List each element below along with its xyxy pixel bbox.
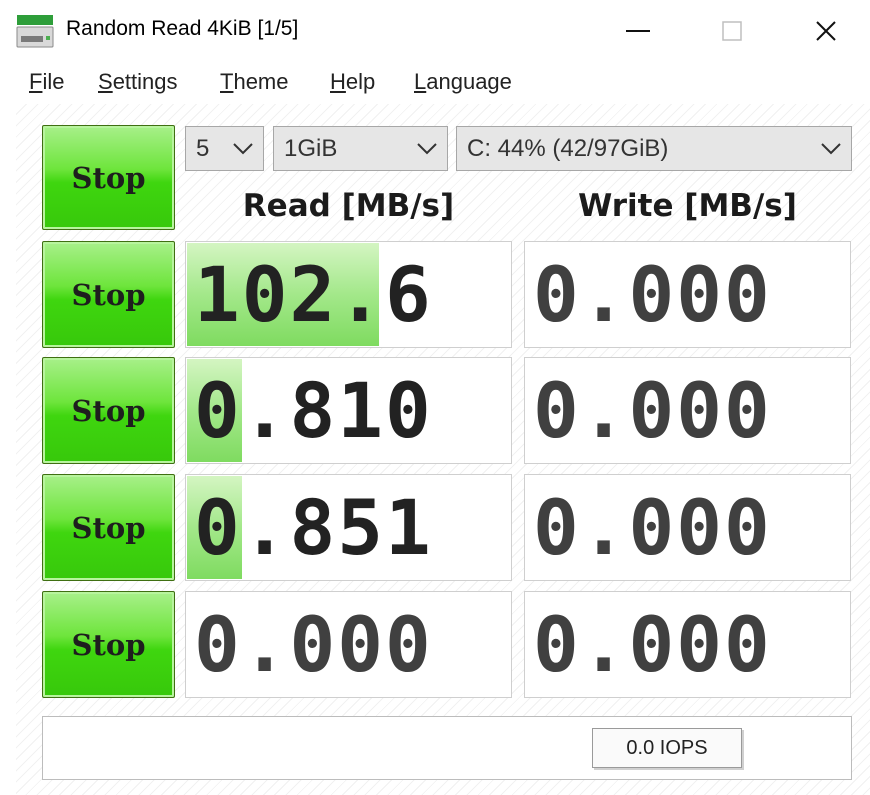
write-value: 0.000 xyxy=(533,365,772,455)
menu-theme[interactable]: Theme xyxy=(220,69,289,95)
minimize-button[interactable] xyxy=(610,10,666,52)
chevron-down-icon xyxy=(233,143,253,155)
read-result-row-4: 0.000 xyxy=(185,591,512,698)
app-window: Random Read 4KiB [1/5] File Settings The… xyxy=(0,0,870,795)
write-value: 0.000 xyxy=(533,482,772,572)
window-title: Random Read 4KiB [1/5] xyxy=(66,17,299,40)
read-result-row-3: 0.851 xyxy=(185,474,512,581)
write-header: Write [MB/s] xyxy=(578,188,797,224)
read-value: 0.851 xyxy=(194,482,433,572)
close-icon xyxy=(816,21,836,41)
menu-bar: File Settings Theme Help Language xyxy=(0,64,870,102)
stop-button-row-3[interactable]: Stop xyxy=(42,474,175,581)
stop-all-button[interactable]: Stop xyxy=(42,125,175,230)
read-value: 0.000 xyxy=(194,599,433,689)
drive-icon xyxy=(16,15,54,48)
test-count-select[interactable]: 5 xyxy=(185,126,264,171)
minimize-icon xyxy=(626,30,650,32)
menu-help[interactable]: Help xyxy=(330,69,375,95)
chevron-down-icon xyxy=(821,143,841,155)
read-result-row-2: 0.810 xyxy=(185,357,512,464)
write-value: 0.000 xyxy=(533,599,772,689)
chevron-down-icon xyxy=(417,143,437,155)
write-result-row-1: 0.000 xyxy=(524,241,851,348)
title-bar: Random Read 4KiB [1/5] xyxy=(0,0,870,62)
iops-tooltip: 0.0 IOPS xyxy=(592,728,742,768)
close-button[interactable] xyxy=(798,10,854,52)
write-result-row-2: 0.000 xyxy=(524,357,851,464)
read-header: Read [MB/s] xyxy=(242,188,455,224)
menu-file[interactable]: File xyxy=(29,69,64,95)
stop-button-row-4[interactable]: Stop xyxy=(42,591,175,698)
write-result-row-3: 0.000 xyxy=(524,474,851,581)
read-value: 0.810 xyxy=(194,365,433,455)
test-size-select[interactable]: 1GiB xyxy=(273,126,448,171)
stop-button-row-2[interactable]: Stop xyxy=(42,357,175,464)
maximize-icon xyxy=(722,21,742,41)
menu-settings[interactable]: Settings xyxy=(98,69,178,95)
menu-language[interactable]: Language xyxy=(414,69,512,95)
maximize-button[interactable] xyxy=(704,10,760,52)
read-value: 102.6 xyxy=(194,249,433,339)
write-value: 0.000 xyxy=(533,249,772,339)
stop-button-row-1[interactable]: Stop xyxy=(42,241,175,348)
write-result-row-4: 0.000 xyxy=(524,591,851,698)
read-result-row-1: 102.6 xyxy=(185,241,512,348)
drive-select[interactable]: C: 44% (42/97GiB) xyxy=(456,126,852,171)
